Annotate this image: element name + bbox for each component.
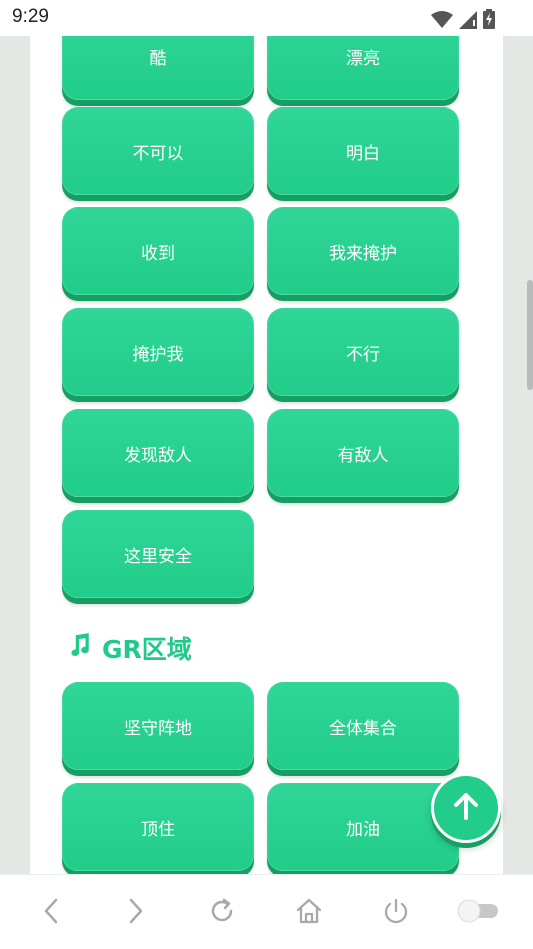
sound-button[interactable]: 我来掩护 [267, 207, 459, 295]
status-bar: 9:29 [0, 0, 533, 36]
sound-button-label: 掩护我 [132, 344, 184, 365]
sound-button[interactable]: 漂亮 [267, 36, 459, 100]
refresh-button[interactable] [204, 895, 240, 931]
sound-button[interactable]: 掩护我 [62, 308, 254, 396]
sound-button-label: 这里安全 [124, 546, 192, 567]
navigation-bar [0, 874, 533, 949]
sound-button[interactable]: 收到 [62, 207, 254, 295]
sound-button-label: 不行 [346, 344, 380, 365]
sound-button-label: 加油 [346, 819, 380, 840]
forward-icon [126, 897, 146, 929]
back-icon [41, 897, 61, 929]
toggle-switch[interactable] [456, 895, 502, 931]
sound-button-label: 不可以 [132, 143, 184, 164]
music-note-icon [66, 632, 92, 664]
sound-button-label: 全体集合 [329, 718, 397, 739]
sound-button[interactable]: 坚守阵地 [62, 682, 254, 770]
sound-button[interactable]: 不可以 [62, 107, 254, 195]
sound-button[interactable]: 明白 [267, 107, 459, 195]
sound-button[interactable]: 发现敌人 [62, 409, 254, 497]
scrollbar[interactable] [527, 280, 533, 390]
status-icons [431, 9, 495, 29]
sound-button-label: 顶住 [141, 819, 175, 840]
sound-button[interactable]: 这里安全 [62, 510, 254, 598]
refresh-icon [207, 896, 237, 930]
sound-button-label: 明白 [346, 143, 380, 164]
forward-button[interactable] [118, 895, 154, 931]
arrow-up-icon [451, 791, 481, 825]
home-icon [294, 896, 324, 930]
sound-button[interactable]: 不行 [267, 308, 459, 396]
sound-button-label: 漂亮 [346, 48, 380, 69]
sound-button-label: 酷 [149, 48, 167, 69]
toggle-icon [456, 898, 502, 928]
sound-button-label: 有敌人 [337, 445, 389, 466]
sound-button[interactable]: 全体集合 [267, 682, 459, 770]
scroll-top-button[interactable] [431, 773, 501, 843]
section-heading: GR区域 [66, 630, 192, 666]
sound-button-label: 坚守阵地 [124, 718, 192, 739]
battery-charging-icon [483, 9, 495, 29]
content-panel[interactable]: 酷 漂亮 不可以 明白 收到 我来掩护 掩护我 不行 发现敌人 有敌人 这里安全… [30, 36, 503, 874]
status-time: 9:29 [12, 6, 49, 27]
sound-button-label: 发现敌人 [124, 445, 192, 466]
sound-button[interactable]: 有敌人 [267, 409, 459, 497]
section-title: GR区域 [102, 635, 192, 664]
sound-button[interactable]: 顶住 [62, 783, 254, 871]
back-button[interactable] [33, 895, 69, 931]
sound-button-label: 收到 [141, 243, 175, 264]
power-icon [381, 896, 411, 930]
home-button[interactable] [291, 895, 327, 931]
power-button[interactable] [378, 895, 414, 931]
sound-button[interactable]: 酷 [62, 36, 254, 100]
cell-signal-icon [459, 11, 477, 29]
sound-button[interactable]: 加油 [267, 783, 459, 871]
sound-button-label: 我来掩护 [329, 243, 397, 264]
wifi-icon [431, 11, 453, 29]
